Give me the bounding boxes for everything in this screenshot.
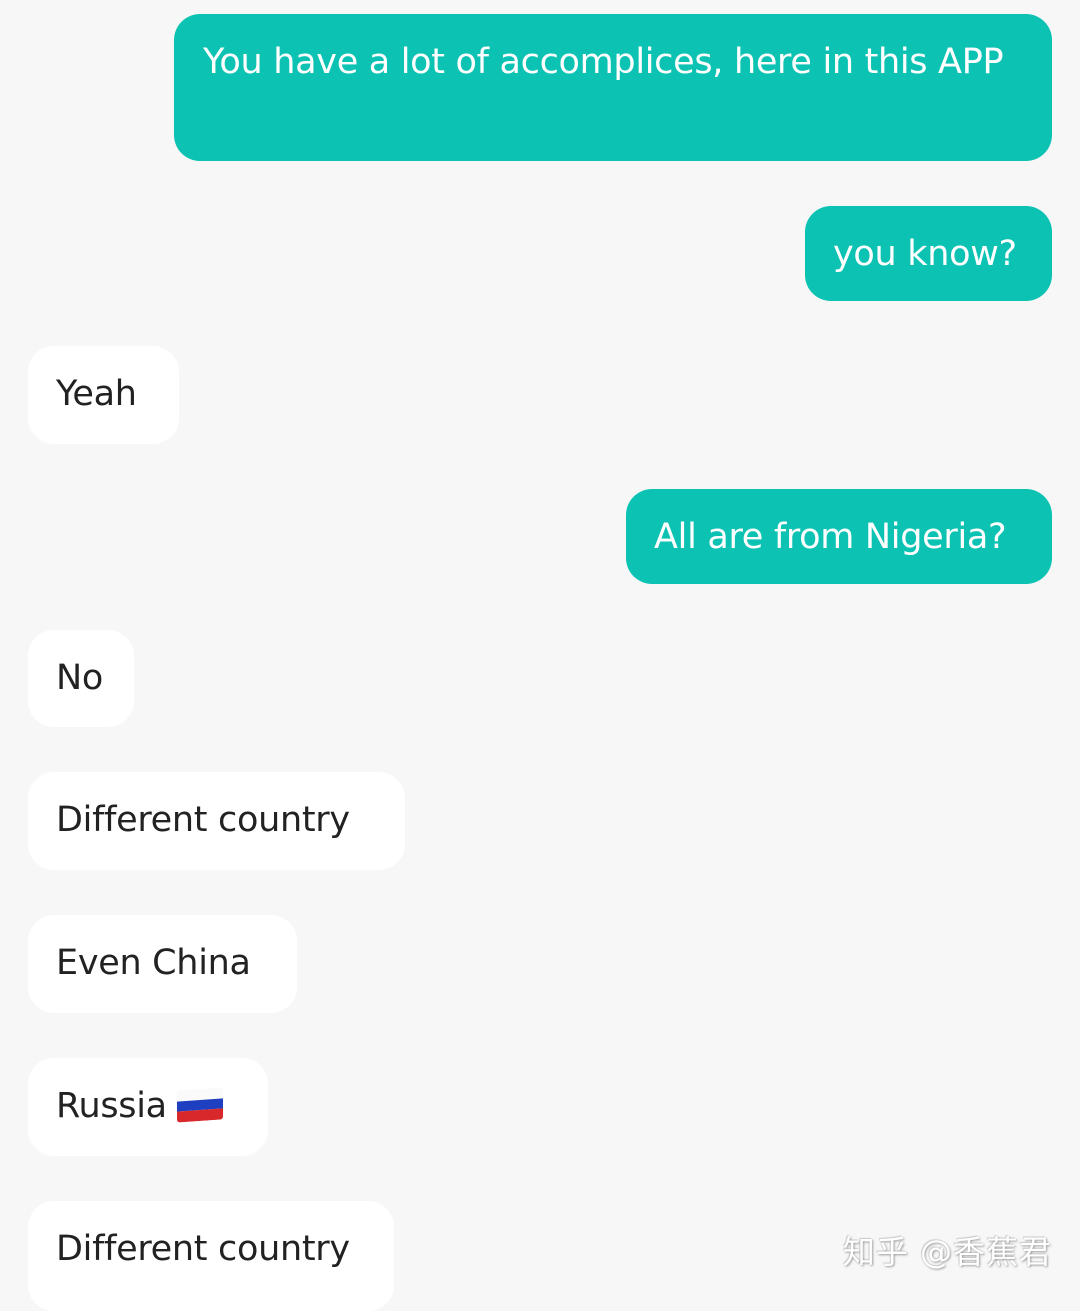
message-bubble-received[interactable]: Different country (28, 1201, 394, 1311)
message-bubble-received[interactable]: Russia (28, 1058, 268, 1156)
message-bubble-received[interactable]: No (28, 630, 134, 727)
message-bubble-sent[interactable]: You have a lot of accomplices, here in t… (174, 14, 1052, 161)
russia-flag-icon (176, 1087, 223, 1123)
message-bubble-sent[interactable]: you know? (805, 206, 1052, 301)
message-bubble-received[interactable]: Different country (28, 772, 405, 870)
message-bubble-received[interactable]: Even China (28, 915, 297, 1013)
watermark: 知乎 @香蕉君 (842, 1233, 1052, 1271)
message-bubble-sent[interactable]: All are from Nigeria? (626, 489, 1052, 584)
message-text: Russia (56, 1086, 167, 1126)
message-bubble-received[interactable]: Yeah (28, 346, 179, 444)
